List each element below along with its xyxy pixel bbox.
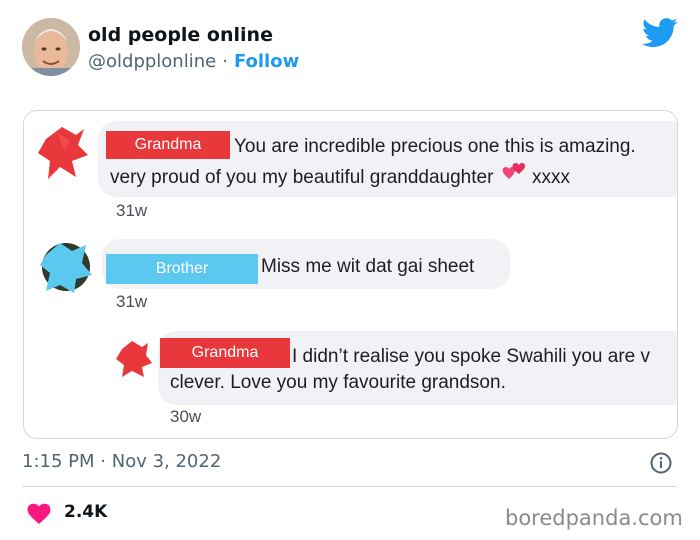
author-handle-row: @oldpplonline · Follow [88, 51, 299, 72]
source-watermark: boredpanda.com [505, 506, 683, 530]
redacted-name-tag: Brother [106, 254, 258, 284]
tweet-card: old people online @oldpplonline · Follow G… [0, 0, 700, 540]
tweet-date: Nov 3, 2022 [111, 451, 222, 472]
twitter-bird-icon[interactable] [642, 18, 678, 48]
comment-text: xxxx [531, 167, 570, 188]
meta-separator: · [100, 451, 106, 472]
comment-text-line: You are incredible precious one this is … [234, 136, 636, 157]
author-name[interactable]: old people online [88, 24, 273, 46]
redacted-name-tag: Grandma [106, 131, 230, 159]
handle-separator: · [222, 51, 228, 72]
tweet-time: 1:15 PM [22, 451, 95, 472]
heart-icon[interactable] [27, 503, 51, 525]
commenter-avatar-redacted [116, 341, 152, 377]
commenter-avatar-redacted [40, 243, 92, 293]
comment-text-line: Miss me wit dat gai sheet [261, 256, 475, 277]
info-icon[interactable] [650, 452, 672, 474]
commenter-avatar-redacted [38, 127, 88, 179]
like-count[interactable]: 2.4K [64, 502, 107, 522]
comment-text-line: clever. Love you my favourite grandson. [170, 372, 506, 393]
redacted-name-tag: Grandma [160, 338, 290, 368]
author-handle[interactable]: @oldpplonline [88, 51, 216, 72]
comment-text-line: very proud of you my beautiful granddaug… [110, 162, 570, 189]
tweet-media-image[interactable]: Grandma You are incredible precious one … [23, 110, 678, 439]
comment-timestamp[interactable]: 31w [116, 201, 147, 221]
tweet-timestamp[interactable]: 1:15 PM · Nov 3, 2022 [22, 451, 221, 472]
comment-text: very proud of you my beautiful granddaug… [110, 167, 494, 188]
follow-button[interactable]: Follow [234, 51, 299, 72]
comment-timestamp[interactable]: 30w [170, 407, 201, 427]
comment-text-line: I didn’t realise you spoke Swahili you a… [292, 346, 651, 367]
divider [22, 486, 677, 487]
heart-emoji-icon [502, 163, 525, 179]
comment-timestamp[interactable]: 31w [116, 292, 147, 312]
author-avatar[interactable] [22, 18, 80, 76]
